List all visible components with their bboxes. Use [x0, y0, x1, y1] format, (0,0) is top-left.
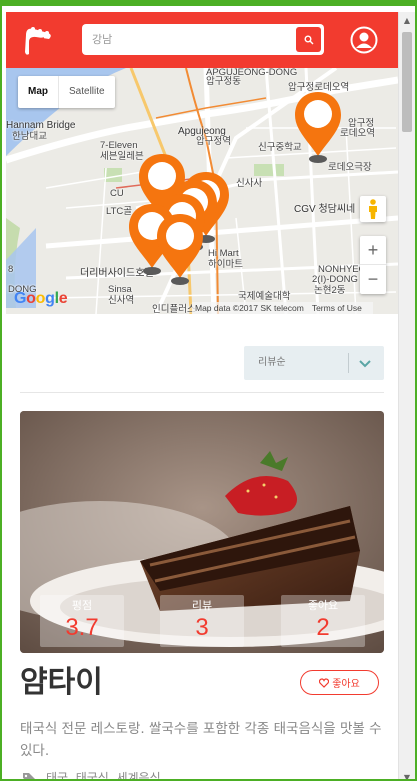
sausage-logo-icon[interactable]	[20, 24, 54, 58]
zoom-in-button[interactable]: +	[360, 236, 386, 265]
like-button-label: 좋아요	[332, 679, 360, 690]
tag-icon	[23, 773, 35, 779]
zoom-control: + −	[360, 236, 386, 294]
scroll-up-arrow-icon[interactable]: ▲	[399, 12, 415, 28]
list-divider	[20, 392, 384, 393]
map-attribution: Map data ©2017 SK telecom Terms of Use	[192, 302, 373, 314]
restaurant-marker-icon[interactable]	[295, 92, 341, 163]
like-stat: 좋아요 2	[281, 595, 365, 647]
tags-text: 태국, 태국식, 세계음식	[46, 771, 161, 781]
browser-frame: ▲ ▼	[0, 0, 417, 781]
scroll-thumb[interactable]	[402, 32, 412, 132]
search-bar	[82, 24, 324, 55]
like-value: 2	[316, 614, 330, 641]
heart-icon	[319, 677, 330, 688]
google-logo: Google	[14, 290, 68, 307]
search-icon	[304, 35, 313, 44]
page-scrollbar[interactable]: ▲ ▼	[398, 12, 415, 780]
user-profile-icon[interactable]	[350, 26, 378, 54]
sort-select[interactable]: 리뷰순	[244, 346, 384, 380]
sort-divider	[348, 353, 349, 373]
search-button[interactable]	[296, 27, 321, 52]
map-data-credit: Map data ©2017 SK telecom	[195, 303, 304, 313]
sort-selected-value: 리뷰순	[258, 357, 286, 368]
map-markers	[129, 92, 341, 285]
zoom-out-button[interactable]: −	[360, 265, 386, 294]
rating-value: 3.7	[65, 614, 99, 641]
app-header	[6, 12, 398, 68]
rating-stat: 평점 3.7	[40, 595, 124, 647]
restaurant-photo[interactable]: 평점 3.7 리뷰 3 좋아요 2	[20, 411, 384, 653]
review-value: 3	[195, 614, 209, 641]
rating-label: 평점	[71, 599, 93, 612]
restaurant-description: 태국식 전문 레스토랑. 쌀국수를 포함한 각종 태국음식을 맛볼 수 있다.	[20, 721, 382, 759]
scroll-down-arrow-icon[interactable]: ▼	[399, 769, 415, 780]
review-label: 리뷰	[191, 599, 213, 612]
review-stat: 리뷰 3	[160, 595, 244, 647]
search-input[interactable]	[82, 24, 292, 55]
restaurant-name[interactable]: 얌타이	[20, 661, 103, 705]
restaurant-tags: 태국, 태국식, 세계음식	[22, 770, 161, 781]
terms-of-use-link[interactable]: Terms of Use	[312, 303, 362, 313]
like-label: 좋아요	[307, 599, 339, 612]
street-view-pegman-icon[interactable]	[360, 196, 386, 222]
map-view[interactable]: Map Satellite APGUJEONG-DONG 압구정동 압구정로데오…	[6, 68, 398, 314]
like-button[interactable]: 좋아요	[300, 670, 379, 695]
restaurant-marker-icon[interactable]	[157, 214, 203, 285]
chevron-down-icon	[359, 360, 371, 368]
